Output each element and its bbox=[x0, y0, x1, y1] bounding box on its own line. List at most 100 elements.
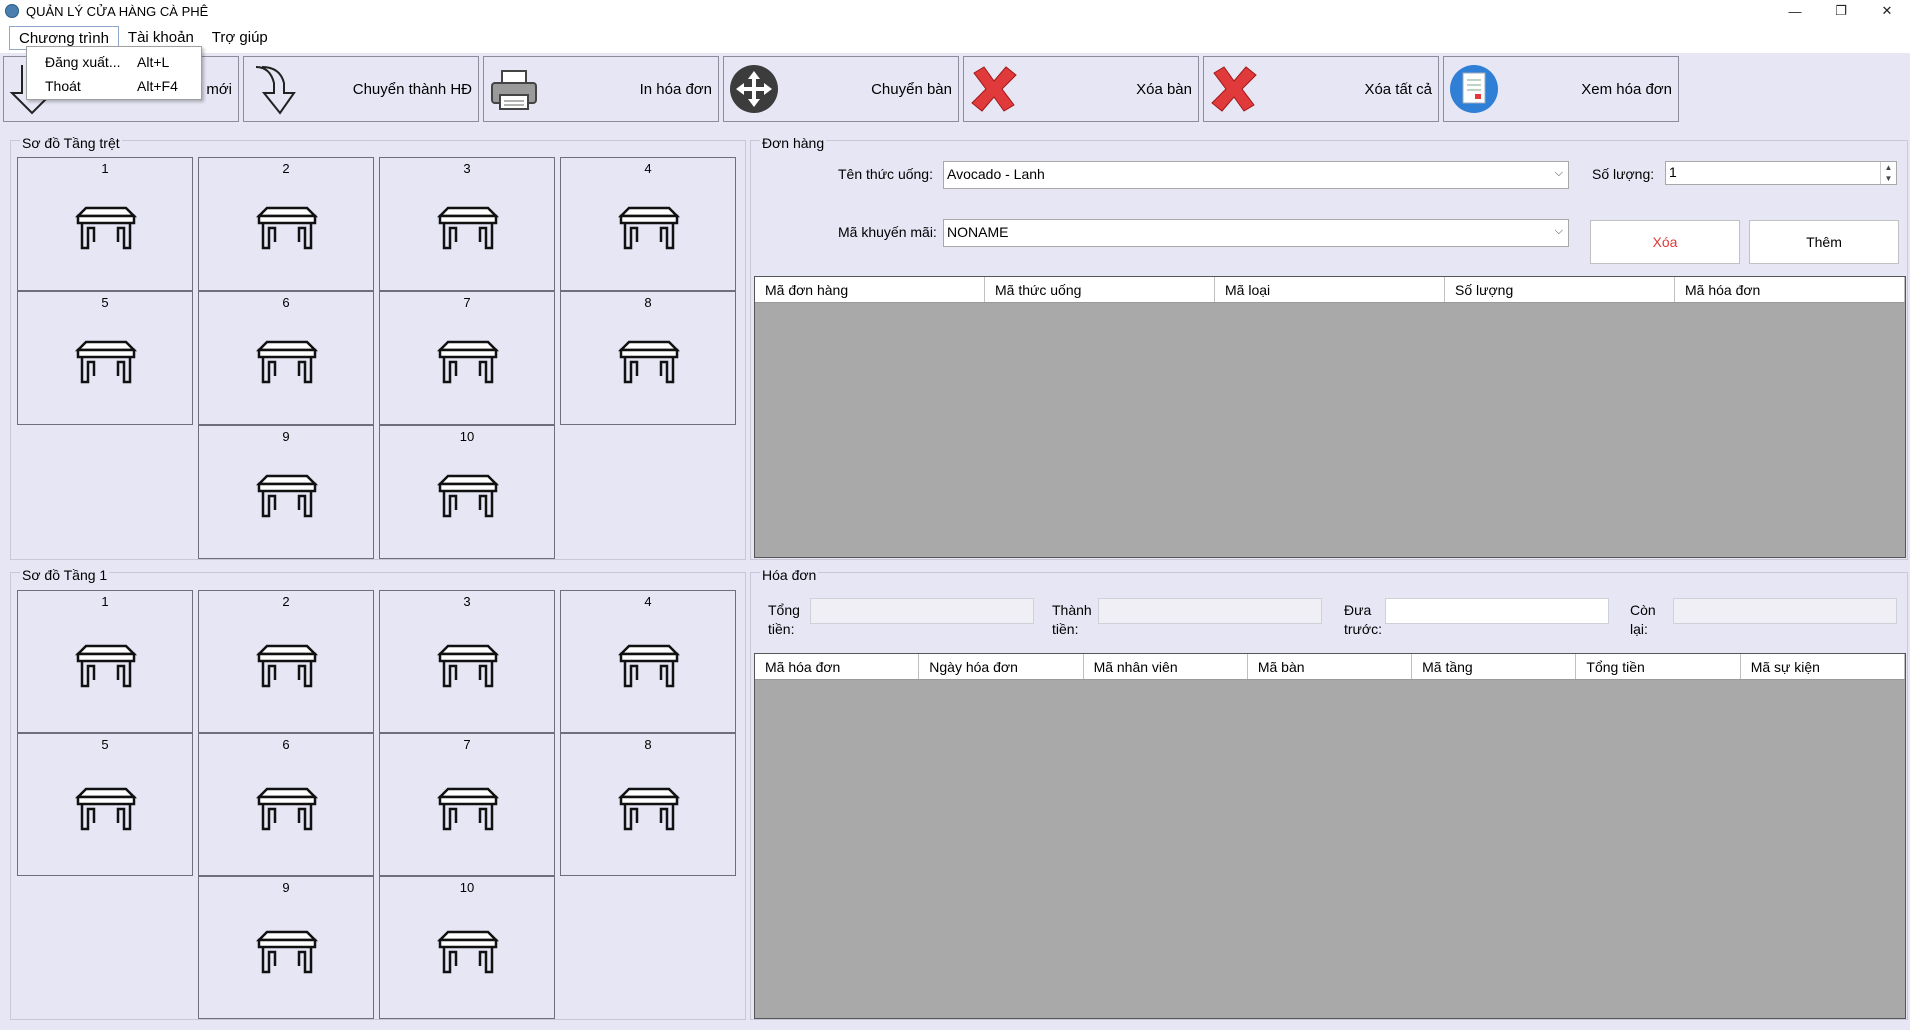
table-number: 9 bbox=[282, 880, 290, 895]
column-header[interactable]: Số lượng bbox=[1445, 277, 1675, 302]
app-icon bbox=[5, 4, 19, 18]
menu-item-label: Đăng xuất... bbox=[45, 54, 121, 70]
delete-all-x-icon bbox=[1211, 66, 1257, 112]
table-number: 7 bbox=[463, 737, 471, 752]
menu-tro-giup[interactable]: Trợ giúp bbox=[203, 26, 277, 50]
restore-button[interactable]: ❐ bbox=[1818, 0, 1864, 22]
column-header[interactable]: Mã thức uống bbox=[985, 277, 1215, 302]
convert-arrow-icon bbox=[255, 66, 296, 115]
table-icon bbox=[255, 787, 319, 833]
table-tile[interactable]: 4 bbox=[560, 157, 736, 291]
printer-icon bbox=[491, 70, 537, 110]
convert-to-invoice-button[interactable]: Chuyển thành HĐ bbox=[243, 56, 479, 122]
add-item-button[interactable]: Thêm bbox=[1749, 220, 1899, 264]
table-number: 8 bbox=[644, 295, 652, 310]
table-number: 10 bbox=[459, 880, 475, 895]
table-tile[interactable]: 5 bbox=[17, 733, 193, 876]
table-icon bbox=[436, 206, 500, 252]
view-invoice-button[interactable]: Xem hóa đơn bbox=[1443, 56, 1679, 122]
column-header[interactable]: Mã bàn bbox=[1248, 654, 1413, 679]
close-button[interactable]: ✕ bbox=[1864, 0, 1910, 22]
table-icon bbox=[436, 930, 500, 976]
quantity-label: Số lượng: bbox=[1592, 166, 1655, 182]
table-icon bbox=[436, 787, 500, 833]
column-header[interactable]: Tổng tiền bbox=[1576, 654, 1741, 679]
table-icon bbox=[617, 644, 681, 690]
table-tile[interactable]: 7 bbox=[379, 291, 555, 425]
drink-label: Tên thức uống: bbox=[838, 166, 933, 182]
menu-dropdown: Đăng xuất... Alt+L Thoát Alt+F4 bbox=[26, 46, 202, 100]
toolbar-label: In hóa đơn bbox=[639, 80, 712, 98]
table-number: 8 bbox=[644, 737, 652, 752]
column-header[interactable]: Mã tầng bbox=[1412, 654, 1577, 679]
table-icon bbox=[74, 787, 138, 833]
table-tile[interactable]: 1 bbox=[17, 157, 193, 291]
paid-input[interactable] bbox=[1385, 598, 1609, 624]
drink-select-value: Avocado - Lanh bbox=[947, 166, 1045, 182]
table-icon bbox=[255, 930, 319, 976]
table-tile[interactable]: 2 bbox=[198, 157, 374, 291]
move-icon bbox=[730, 65, 778, 113]
table-tile[interactable]: 5 bbox=[17, 291, 193, 425]
table-tile[interactable]: 4 bbox=[560, 590, 736, 733]
table-tile[interactable]: 2 bbox=[198, 590, 374, 733]
table-number: 4 bbox=[644, 594, 652, 609]
table-number: 6 bbox=[282, 295, 290, 310]
drink-select[interactable]: Avocado - Lanh ⌵ bbox=[943, 161, 1569, 189]
column-header[interactable]: Mã đơn hàng bbox=[755, 277, 985, 302]
remain-label-line2: lại: bbox=[1630, 621, 1648, 637]
table-tile[interactable]: 8 bbox=[560, 291, 736, 425]
table-tile[interactable]: 9 bbox=[198, 425, 374, 559]
delete-item-button[interactable]: Xóa bbox=[1590, 220, 1740, 264]
toolbar-label: Xem hóa đơn bbox=[1581, 80, 1672, 98]
table-tile[interactable]: 10 bbox=[379, 876, 555, 1019]
window-controls: — ❐ ✕ bbox=[1772, 0, 1910, 22]
chevron-down-icon: ⌵ bbox=[1554, 225, 1563, 237]
invoice-title: Hóa đơn bbox=[760, 567, 819, 583]
table-icon bbox=[255, 474, 319, 520]
order-grid-header: Mã đơn hàng Mã thức uống Mã loại Số lượng Mã… bbox=[755, 277, 1905, 303]
table-icon bbox=[255, 206, 319, 252]
column-header[interactable]: Mã loại bbox=[1215, 277, 1445, 302]
column-header[interactable]: Mã hóa đơn bbox=[755, 654, 920, 679]
remain-label-line1: Còn bbox=[1630, 602, 1656, 618]
table-number: 9 bbox=[282, 429, 290, 444]
invoice-grid[interactable]: Mã hóa đơn Ngày hóa đơn Mã nhân viên Mã bàn… bbox=[754, 653, 1906, 1019]
paid-label: Đưa trước: bbox=[1344, 601, 1382, 639]
menu-item-exit[interactable]: Thoát Alt+F4 bbox=[27, 74, 201, 98]
paid-label-line2: trước: bbox=[1344, 621, 1382, 637]
order-grid[interactable]: Mã đơn hàng Mã thức uống Mã loại Số lượng Mã… bbox=[754, 276, 1906, 558]
column-header[interactable]: Mã hóa đơn bbox=[1675, 277, 1905, 302]
table-number: 5 bbox=[101, 737, 109, 752]
toolbar-label: Xóa tất cả bbox=[1364, 80, 1432, 98]
column-header[interactable]: Mã sự kiện bbox=[1741, 654, 1905, 679]
delete-x-icon bbox=[971, 66, 1017, 112]
table-tile[interactable]: 1 bbox=[17, 590, 193, 733]
promo-select[interactable]: NONAME ⌵ bbox=[943, 219, 1569, 247]
table-tile[interactable]: 8 bbox=[560, 733, 736, 876]
table-tile[interactable]: 3 bbox=[379, 590, 555, 733]
table-tile[interactable]: 7 bbox=[379, 733, 555, 876]
table-icon bbox=[436, 474, 500, 520]
table-tile[interactable]: 6 bbox=[198, 733, 374, 876]
table-tile[interactable]: 9 bbox=[198, 876, 374, 1019]
menu-item-shortcut: Alt+F4 bbox=[137, 78, 178, 94]
menu-item-logout[interactable]: Đăng xuất... Alt+L bbox=[27, 50, 201, 74]
minimize-button[interactable]: — bbox=[1772, 0, 1818, 22]
spin-arrows-icon[interactable]: ▲ ▼ bbox=[1880, 162, 1896, 184]
move-table-button[interactable]: Chuyển bàn bbox=[723, 56, 959, 122]
quantity-stepper[interactable]: 1 ▲ ▼ bbox=[1665, 161, 1897, 185]
column-header[interactable]: Ngày hóa đơn bbox=[919, 654, 1084, 679]
delete-table-button[interactable]: Xóa bàn bbox=[963, 56, 1199, 122]
invoice-grid-header: Mã hóa đơn Ngày hóa đơn Mã nhân viên Mã bàn… bbox=[755, 654, 1905, 680]
table-number: 2 bbox=[282, 594, 290, 609]
table-icon bbox=[74, 206, 138, 252]
total-label-line1: Tổng bbox=[768, 602, 800, 618]
column-header[interactable]: Mã nhân viên bbox=[1084, 654, 1248, 679]
table-tile[interactable]: 10 bbox=[379, 425, 555, 559]
table-tile[interactable]: 6 bbox=[198, 291, 374, 425]
delete-all-button[interactable]: Xóa tất cả bbox=[1203, 56, 1439, 122]
pay-label: Thành tiền: bbox=[1052, 601, 1092, 639]
print-invoice-button[interactable]: In hóa đơn bbox=[483, 56, 719, 122]
table-tile[interactable]: 3 bbox=[379, 157, 555, 291]
